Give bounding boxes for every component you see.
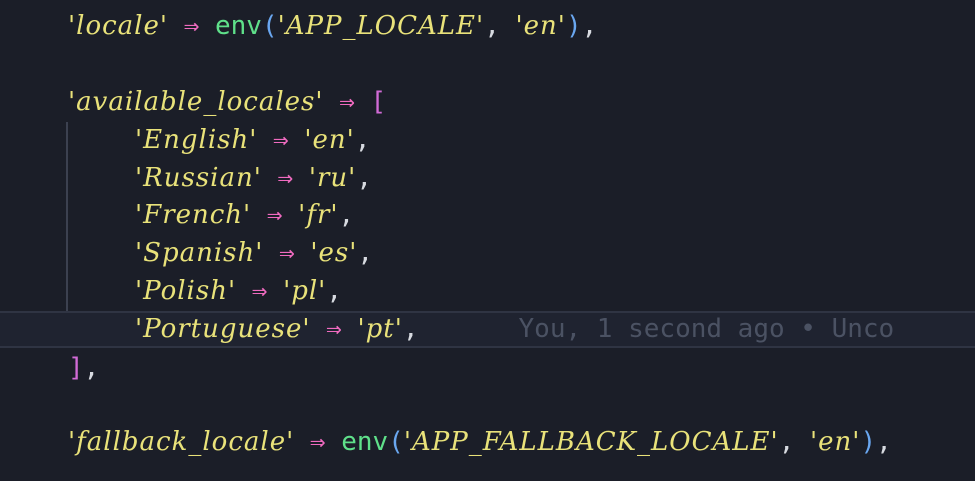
code-line-available-locales[interactable]: 'available_locales' ⇒ [ [0,84,975,121]
bracket-open: [ [370,87,387,117]
arrow-operator: ⇒ [273,125,289,155]
paren-open: ( [388,427,404,457]
string-token: 'Russian' [135,163,262,193]
code-editor[interactable]: 'locale' ⇒ env('APP_LOCALE', 'en'), 'ava… [0,0,975,481]
paren-close: ) [860,427,877,457]
string-token: 'APP_FALLBACK_LOCALE' [403,427,779,457]
comma: , [326,276,342,306]
arrow-operator: ⇒ [326,314,342,344]
comma: , [338,200,355,230]
comma: , [876,427,892,457]
string-token: 'en' [810,427,861,457]
comma: , [354,125,371,155]
arrow-operator: ⇒ [266,200,283,230]
arrow-operator: ⇒ [251,276,268,306]
comma: , [402,314,419,344]
comma: , [83,353,100,383]
paren-close: ) [565,11,582,41]
string-token: 'APP_LOCALE' [277,11,485,41]
function-name: env [215,11,262,41]
string-token: 'available_locales' [68,87,324,117]
bracket-close: ] [68,353,84,383]
string-token: 'en' [304,125,355,155]
arrow-operator: ⇒ [277,163,294,193]
git-blame-annotation: You, 1 second ago • Unco [518,314,895,344]
string-token: 'fr' [298,200,339,230]
code-line-fallback-locale[interactable]: 'fallback_locale' ⇒ env('APP_FALLBACK_LO… [0,424,975,461]
code-line-close-bracket[interactable]: ], [0,350,975,387]
string-token: 'Spanish' [135,238,264,268]
comma: , [356,163,372,193]
paren-open: ( [261,11,278,41]
string-token: 'French' [135,200,252,230]
arrow-operator: ⇒ [309,427,326,457]
string-token: 'English' [135,125,258,155]
string-token: 'en' [515,11,566,41]
code-line-entry-french[interactable]: 'French' ⇒ 'fr', [0,197,975,234]
code-line-entry-portuguese[interactable]: 'Portuguese' ⇒ 'pt', You, 1 second ago • … [0,311,975,348]
arrow-operator: ⇒ [279,238,295,268]
comma: , [778,427,795,457]
string-token: 'fallback_locale' [68,427,295,457]
string-token: 'es' [310,238,358,268]
string-token: 'locale' [68,11,169,41]
string-token: 'Portuguese' [135,314,311,344]
arrow-operator: ⇒ [183,11,200,41]
string-token: 'ru' [308,163,357,193]
arrow-operator: ⇒ [339,87,355,117]
code-line-entry-spanish[interactable]: 'Spanish' ⇒ 'es', [0,235,975,272]
code-line-entry-english[interactable]: 'English' ⇒ 'en', [0,122,975,159]
code-line-entry-polish[interactable]: 'Polish' ⇒ 'pl', [0,273,975,310]
string-token: 'Polish' [135,276,237,306]
comma: , [484,11,500,41]
string-token: 'pl' [283,276,327,306]
code-line-entry-russian[interactable]: 'Russian' ⇒ 'ru', [0,160,975,197]
string-token: 'pt' [357,314,403,344]
comma: , [357,238,374,268]
code-line-locale[interactable]: 'locale' ⇒ env('APP_LOCALE', 'en'), [0,8,975,45]
function-name: env [341,427,389,457]
comma: , [581,11,598,41]
